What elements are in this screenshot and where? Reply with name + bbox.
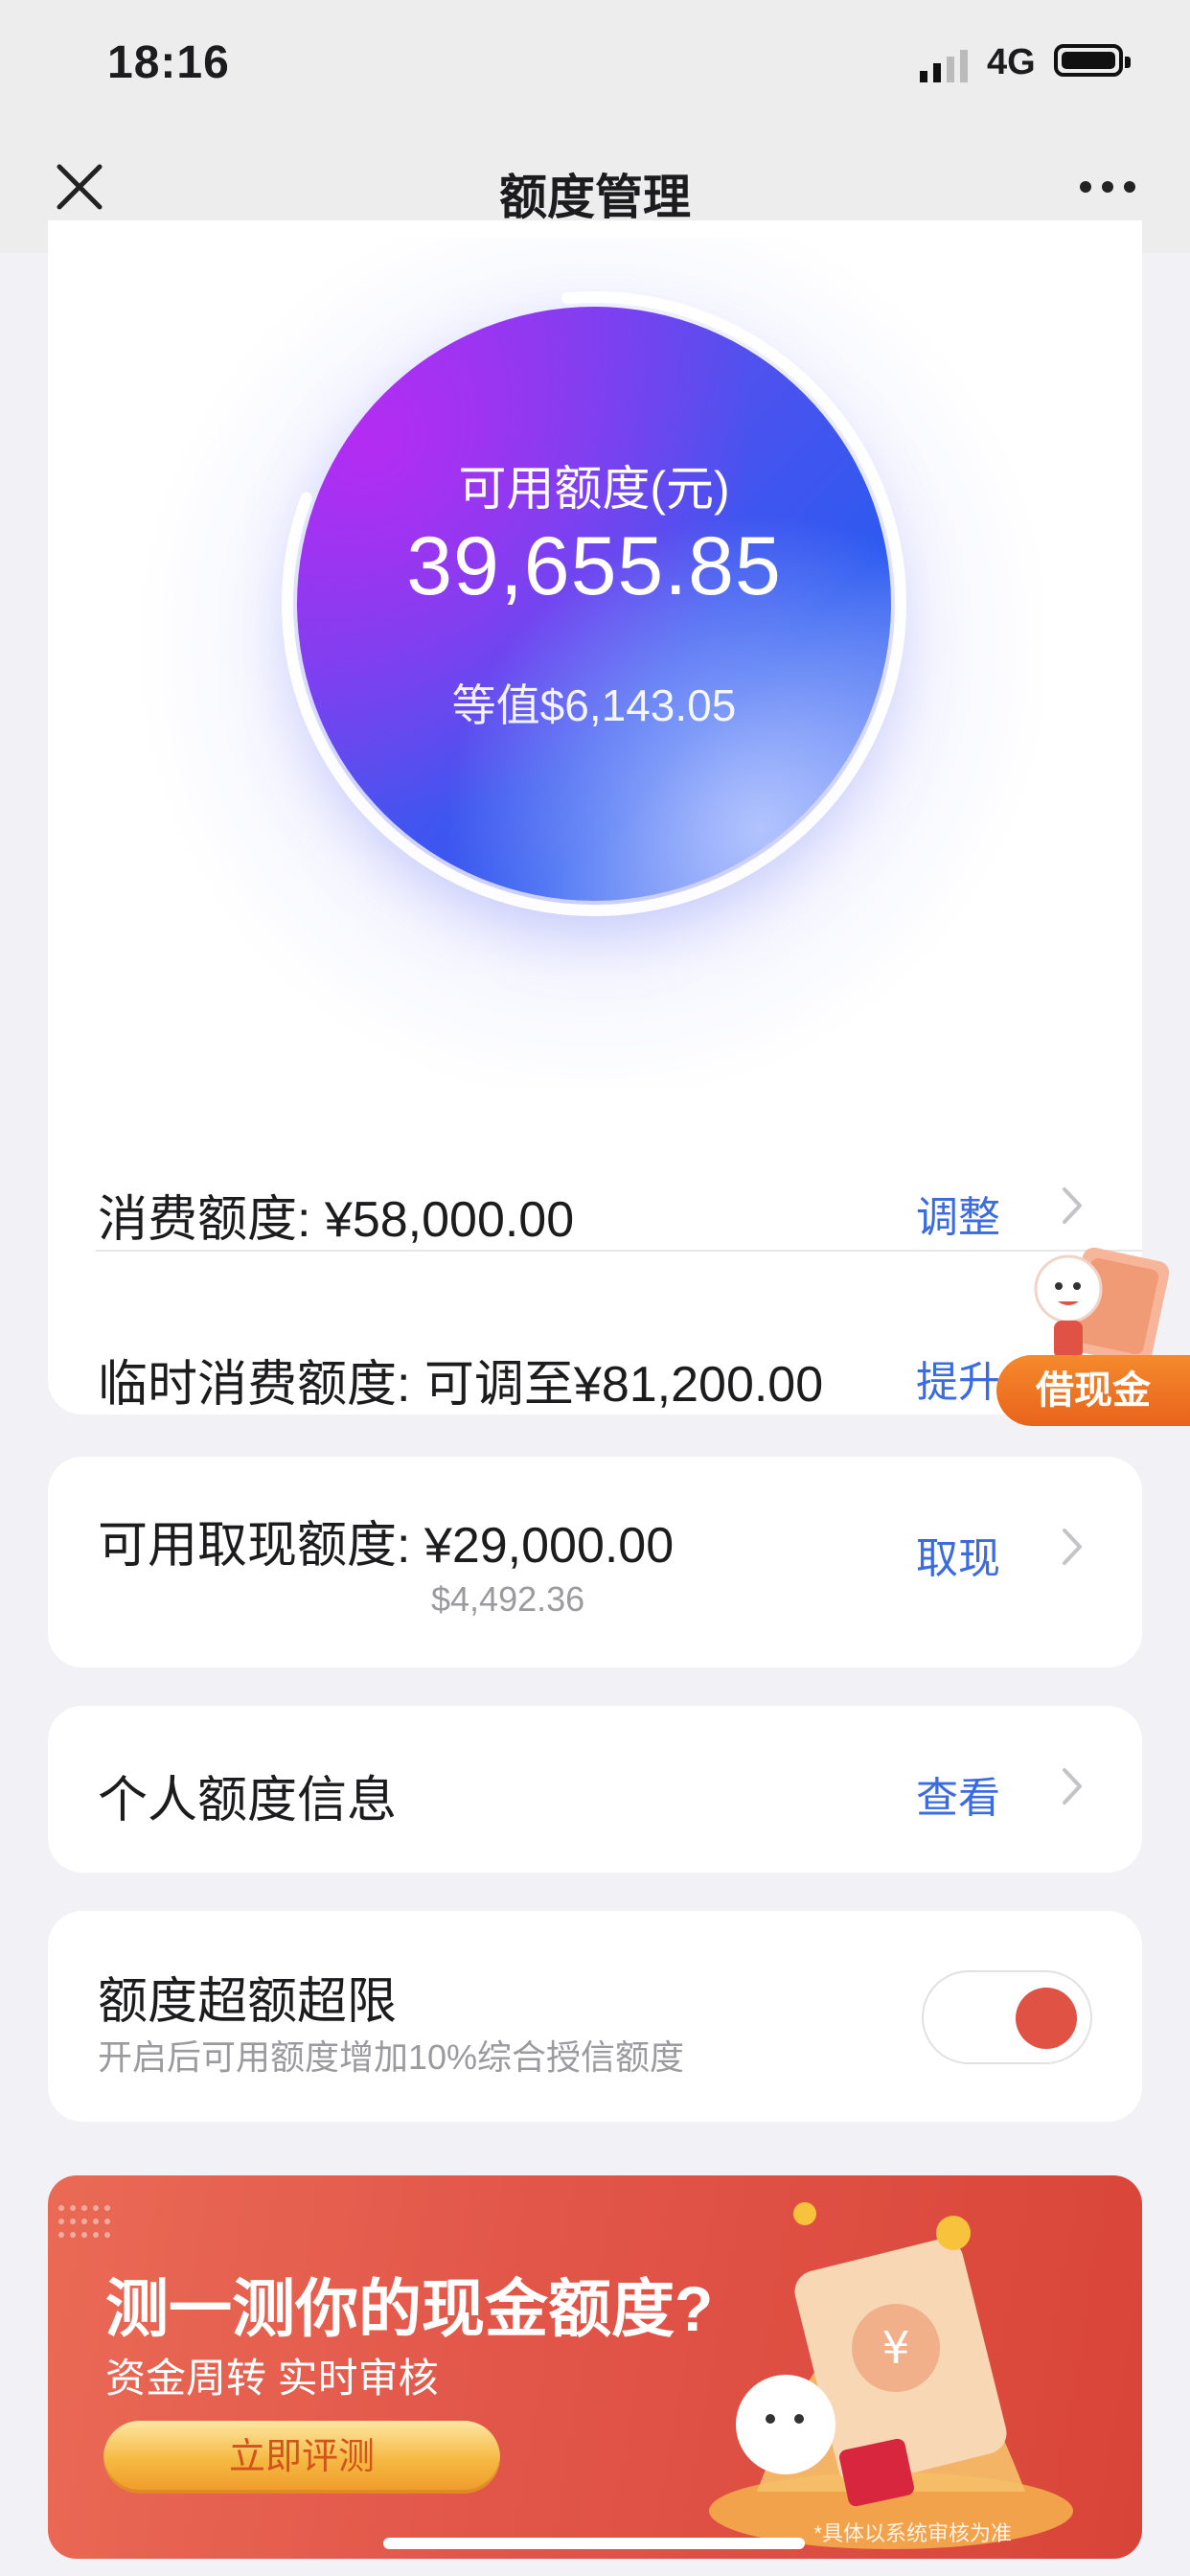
home-indicator (383, 2538, 805, 2549)
page-title: 额度管理 (499, 171, 691, 224)
battery-icon (1054, 44, 1131, 77)
overlimit-description: 开启后可用额度增加10%综合授信额度 (98, 2037, 685, 2077)
status-time: 18:16 (107, 37, 230, 88)
evaluate-now-button[interactable]: 立即评测 (103, 2421, 500, 2494)
network-label: 4G (987, 42, 1036, 82)
cash-card[interactable]: 可用取现额度: ¥29,000.00 取现 $4,492.36 (48, 1457, 1142, 1668)
consumption-label: 消费额度: ¥58,000.00 (98, 1192, 575, 1248)
signal-icon (920, 50, 968, 82)
chevron-right-icon (1063, 1529, 1082, 1565)
promo-banner[interactable]: 测一测你的现金额度? 资金周转 实时审核 立即评测 ¥ *具体以系统审核为准 (48, 2175, 1142, 2559)
raise-link[interactable]: 提升 (916, 1347, 1000, 1409)
banner-subtitle: 资金周转 实时审核 (105, 2356, 439, 2401)
cash-illustration-icon: ¥ (709, 2202, 1073, 2549)
more-icon[interactable] (1079, 180, 1136, 194)
overlimit-toggle[interactable] (922, 1970, 1092, 2064)
credit-progress-ring (282, 291, 906, 916)
view-link[interactable]: 查看 (916, 1763, 1000, 1825)
toggle-knob (1016, 1988, 1077, 2049)
svg-text:¥: ¥ (881, 2322, 909, 2374)
personal-card[interactable]: 个人额度信息 查看 (48, 1706, 1142, 1873)
dots-decoration-icon (58, 2205, 110, 2238)
personal-label: 个人额度信息 (98, 1773, 398, 1828)
credit-circle: 可用额度(元) 39,655.85 等值$6,143.05 (268, 278, 920, 930)
chevron-right-icon (1063, 1187, 1082, 1224)
borrow-cash-label: 借现金 (996, 1355, 1190, 1426)
top-bar: 18:16 4G 额度管理 (0, 0, 1190, 253)
divider (96, 1250, 1142, 1252)
cash-usd-amount: $4,492.36 (431, 1579, 585, 1619)
overlimit-label: 额度超额超限 (98, 1974, 398, 2030)
credit-card: 可用额度(元) 39,655.85 等值$6,143.05 消费额度: ¥58,… (48, 220, 1142, 1414)
withdraw-link[interactable]: 取现 (916, 1524, 1000, 1585)
borrow-cash-badge[interactable]: 借现金 (996, 1246, 1190, 1426)
adjust-link[interactable]: 调整 (916, 1183, 1000, 1244)
cash-label: 可用取现额度: ¥29,000.00 (98, 1518, 675, 1574)
temporary-label: 临时消费额度: 可调至¥81,200.00 (98, 1357, 824, 1413)
banner-title: 测一测你的现金额度? (105, 2273, 714, 2344)
banner-note: *具体以系统审核为准 (813, 2521, 1012, 2545)
mascot-icon (1034, 1247, 1170, 1366)
chevron-right-icon (1063, 1768, 1082, 1805)
overlimit-card: 额度超额超限 开启后可用额度增加10%综合授信额度 (48, 1911, 1142, 2122)
